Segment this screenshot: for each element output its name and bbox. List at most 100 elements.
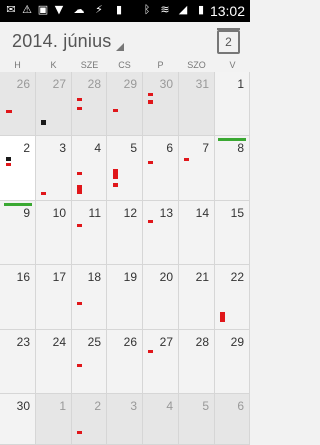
- day-cell[interactable]: 8: [215, 136, 250, 201]
- weekday-label: V: [229, 60, 236, 70]
- weekday-header: H K SZE CS P SZO V: [0, 60, 250, 72]
- event-marker[interactable]: [6, 110, 12, 113]
- day-cell[interactable]: 16: [0, 265, 36, 330]
- day-number: 1: [237, 77, 244, 91]
- event-marker[interactable]: [6, 157, 11, 161]
- event-marker[interactable]: [77, 431, 82, 434]
- event-marker[interactable]: [113, 109, 118, 112]
- day-number: 13: [159, 206, 173, 220]
- today-button[interactable]: 2: [217, 28, 240, 54]
- day-cell-today[interactable]: 2: [0, 136, 36, 201]
- day-number: 26: [16, 77, 30, 91]
- month-grid: 26 27 28 29 30 31 1 2 3 4 5 6 7 8 9 10 11 12 13 14 15 16 17 18 1…: [0, 72, 250, 445]
- day-number: 30: [16, 399, 30, 413]
- day-cell[interactable]: 1: [36, 394, 72, 445]
- usb-icon: ⚡: [95, 3, 103, 16]
- day-cell[interactable]: 2: [72, 394, 107, 445]
- weekday-label: K: [50, 60, 57, 70]
- weekday-label: SZO: [187, 60, 206, 70]
- month-title[interactable]: 2014. június: [12, 31, 111, 52]
- event-marker[interactable]: [77, 172, 82, 175]
- day-cell[interactable]: 26: [0, 72, 36, 136]
- month-dropdown-icon[interactable]: [116, 43, 124, 51]
- day-cell[interactable]: 28: [72, 72, 107, 136]
- battery-icon: ▮: [197, 3, 205, 16]
- day-cell[interactable]: 29: [107, 72, 143, 136]
- day-number: 12: [123, 206, 137, 220]
- day-cell[interactable]: 28: [179, 330, 215, 394]
- day-number: 30: [159, 77, 173, 91]
- day-number: 10: [52, 206, 66, 220]
- day-cell[interactable]: 25: [72, 330, 107, 394]
- day-cell[interactable]: 27: [36, 72, 72, 136]
- day-cell[interactable]: 27: [143, 330, 179, 394]
- day-cell[interactable]: 17: [36, 265, 72, 330]
- day-number: 4: [166, 399, 173, 413]
- day-cell[interactable]: 13: [143, 201, 179, 265]
- day-cell[interactable]: 10: [36, 201, 72, 265]
- event-marker[interactable]: [148, 350, 153, 353]
- day-cell[interactable]: 14: [179, 201, 215, 265]
- event-marker[interactable]: [77, 98, 82, 101]
- day-cell[interactable]: 6: [215, 394, 250, 445]
- day-cell[interactable]: 9: [0, 201, 36, 265]
- day-number: 2: [94, 399, 101, 413]
- day-number: 2: [23, 141, 30, 155]
- event-marker[interactable]: [77, 224, 82, 227]
- event-marker[interactable]: [77, 364, 82, 367]
- event-marker[interactable]: [41, 192, 46, 195]
- day-cell[interactable]: 30: [143, 72, 179, 136]
- event-marker[interactable]: [148, 93, 153, 96]
- day-cell[interactable]: 6: [143, 136, 179, 201]
- week-marker: [4, 203, 32, 206]
- status-bar: ✉ ⚠ ▣ ▼ ☁ ⚡ ▮ ᛒ ≋ ◢ ▮ 13:02: [0, 0, 250, 22]
- day-cell[interactable]: 30: [0, 394, 36, 445]
- day-cell[interactable]: 11: [72, 201, 107, 265]
- day-number: 6: [237, 399, 244, 413]
- day-number: 31: [195, 77, 209, 91]
- day-cell[interactable]: 4: [143, 394, 179, 445]
- event-marker[interactable]: [184, 158, 189, 161]
- event-marker[interactable]: [220, 312, 225, 322]
- day-number: 28: [195, 335, 209, 349]
- day-number: 3: [59, 141, 66, 155]
- status-time: 13:02: [209, 3, 245, 19]
- day-cell[interactable]: 7: [179, 136, 215, 201]
- day-cell[interactable]: 21: [179, 265, 215, 330]
- event-marker[interactable]: [148, 100, 153, 104]
- day-cell[interactable]: 3: [107, 394, 143, 445]
- day-cell[interactable]: 29: [215, 330, 250, 394]
- event-marker[interactable]: [148, 161, 153, 164]
- event-marker[interactable]: [77, 185, 82, 194]
- day-cell[interactable]: 5: [179, 394, 215, 445]
- event-marker[interactable]: [113, 169, 118, 179]
- day-number: 29: [123, 77, 137, 91]
- event-marker[interactable]: [77, 302, 82, 305]
- day-number: 27: [159, 335, 173, 349]
- day-number: 20: [159, 270, 173, 284]
- event-marker[interactable]: [148, 220, 153, 223]
- day-number: 3: [130, 399, 137, 413]
- day-number: 27: [52, 77, 66, 91]
- day-number: 17: [52, 270, 66, 284]
- day-cell[interactable]: 23: [0, 330, 36, 394]
- day-number: 7: [202, 141, 209, 155]
- event-marker[interactable]: [77, 107, 82, 110]
- day-number: 5: [130, 141, 137, 155]
- bluetooth-icon: ᛒ: [143, 3, 151, 16]
- day-cell[interactable]: 31: [179, 72, 215, 136]
- event-marker[interactable]: [41, 120, 46, 125]
- day-cell[interactable]: 15: [215, 201, 250, 265]
- wifi-icon: ≋: [160, 3, 170, 16]
- event-marker[interactable]: [113, 183, 118, 187]
- day-cell[interactable]: 26: [107, 330, 143, 394]
- event-marker[interactable]: [6, 163, 11, 166]
- day-cell[interactable]: 24: [36, 330, 72, 394]
- day-cell[interactable]: 12: [107, 201, 143, 265]
- download-icon: ▼: [54, 3, 64, 16]
- day-cell[interactable]: 1: [215, 72, 250, 136]
- day-cell[interactable]: 18: [72, 265, 107, 330]
- day-cell[interactable]: 20: [143, 265, 179, 330]
- day-number: 18: [87, 270, 101, 284]
- day-cell[interactable]: 19: [107, 265, 143, 330]
